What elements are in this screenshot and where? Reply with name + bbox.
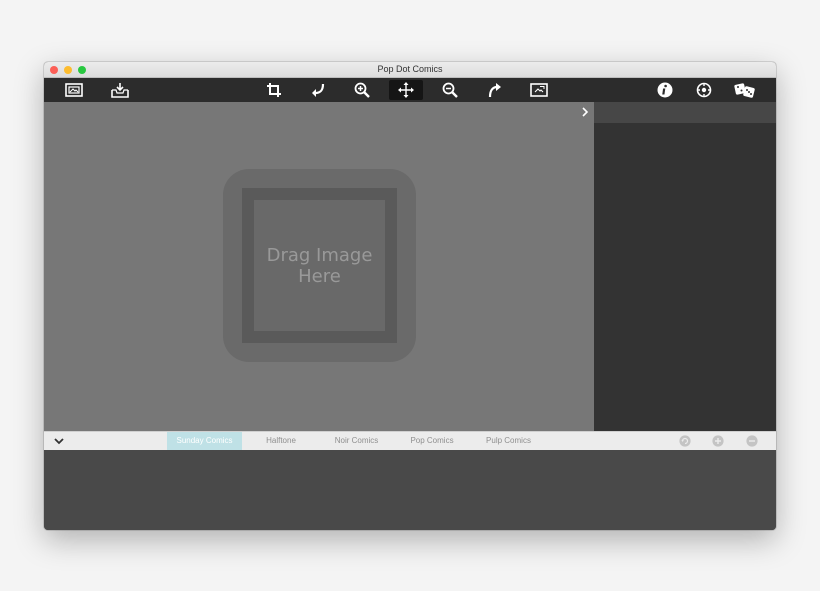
open-image-icon	[65, 83, 83, 97]
add-filter-button[interactable]	[712, 435, 724, 447]
image-canvas[interactable]: Drag Image Here	[44, 102, 594, 431]
random-dice-icon	[734, 83, 755, 98]
remove-filter-button[interactable]	[746, 435, 758, 447]
image-drop-zone[interactable]: Drag Image Here	[223, 169, 416, 362]
save-image-button[interactable]	[109, 80, 131, 100]
title-bar: Pop Dot Comics	[44, 62, 776, 78]
filter-preview-panel	[44, 450, 776, 530]
open-image-button[interactable]	[63, 80, 85, 100]
filter-tab-noir-comics[interactable]: Noir Comics	[325, 432, 388, 450]
filter-tab-sunday-comics[interactable]: Sunday Comics	[167, 432, 242, 450]
fit-image-button[interactable]	[528, 80, 550, 100]
filter-bar: Sunday Comics Halftone Noir Comics Pop C…	[44, 431, 776, 450]
filter-tab-pulp-comics[interactable]: Pulp Comics	[477, 432, 540, 450]
redo-icon	[488, 83, 501, 98]
zoom-in-button[interactable]	[351, 80, 373, 100]
info-button[interactable]	[654, 80, 676, 100]
toolbar	[44, 78, 776, 102]
side-panel	[594, 102, 776, 431]
filter-tab-halftone[interactable]: Halftone	[253, 432, 309, 450]
zoom-out-icon	[442, 82, 458, 98]
side-panel-header	[594, 102, 776, 123]
save-image-icon	[111, 83, 129, 98]
refresh-icon	[679, 435, 691, 447]
chevron-down-icon	[54, 438, 64, 445]
drop-zone-label: Drag Image Here	[266, 244, 373, 287]
add-icon	[712, 435, 724, 447]
remove-icon	[746, 435, 758, 447]
random-dice-button[interactable]	[734, 80, 756, 100]
window-title: Pop Dot Comics	[377, 64, 443, 74]
settings-button[interactable]	[693, 80, 715, 100]
move-icon	[398, 82, 414, 98]
fit-image-icon	[530, 83, 548, 97]
app-window: Pop Dot Comics Drag Image Here Sunday Co…	[44, 62, 776, 530]
redo-button[interactable]	[483, 80, 505, 100]
zoom-out-button[interactable]	[439, 80, 461, 100]
move-button[interactable]	[389, 80, 423, 100]
chevron-right-icon	[582, 107, 589, 117]
filter-tab-pop-comics[interactable]: Pop Comics	[402, 432, 462, 450]
drop-zone-frame: Drag Image Here	[242, 188, 397, 343]
drop-zone-inner: Drag Image Here	[254, 200, 385, 331]
info-icon	[657, 82, 673, 98]
undo-icon	[312, 83, 325, 97]
crop-button[interactable]	[263, 80, 285, 100]
crop-icon	[267, 83, 281, 97]
toggle-filter-panel-button[interactable]	[52, 434, 66, 448]
toggle-side-panel-button[interactable]	[577, 104, 593, 120]
zoom-in-icon	[354, 82, 370, 98]
refresh-filters-button[interactable]	[679, 435, 691, 447]
settings-icon	[696, 82, 712, 98]
undo-button[interactable]	[307, 80, 329, 100]
